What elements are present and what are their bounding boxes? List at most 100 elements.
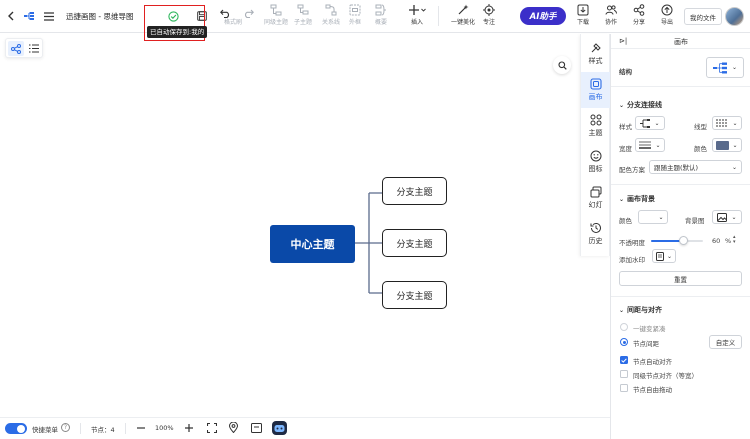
- divider: [611, 86, 750, 87]
- user-avatar[interactable]: [725, 7, 744, 26]
- share-label: 分享: [632, 19, 645, 26]
- side-tab-bar: 样式 画布 主题 图标 幻灯 历史: [580, 34, 610, 256]
- download-button[interactable]: 下载: [568, 4, 598, 30]
- opacity-unit: %: [725, 237, 732, 245]
- presentation-icon[interactable]: [251, 423, 262, 433]
- search-icon[interactable]: [553, 56, 571, 74]
- zoom-out-icon[interactable]: [136, 423, 146, 433]
- tab-canvas-label: 画布: [588, 93, 603, 101]
- opacity-value[interactable]: 60: [712, 237, 720, 245]
- robot-assistant-icon[interactable]: [272, 421, 287, 435]
- focus-button[interactable]: 专注: [474, 4, 504, 30]
- tab-icons[interactable]: 图标: [581, 144, 610, 180]
- color-scheme-value: 跟随主题(默认): [654, 164, 699, 172]
- bg-color-label: 颜色: [619, 217, 632, 225]
- line-color-select[interactable]: ⌄: [712, 138, 742, 152]
- custom-spacing-button[interactable]: 自定义: [709, 335, 742, 349]
- toolbar-divider: [438, 6, 439, 26]
- zoom-level[interactable]: 100%: [155, 424, 174, 432]
- collaborate-button[interactable]: 协作: [596, 4, 626, 30]
- relation-line-icon: [325, 4, 337, 16]
- branch-topic-node[interactable]: 分支主题: [382, 281, 447, 309]
- format-painter-button[interactable]: 格式刷: [218, 4, 248, 30]
- insert-button[interactable]: 插入: [402, 4, 432, 30]
- tab-history-label: 历史: [588, 237, 603, 245]
- my-files-button[interactable]: 我的文件: [684, 8, 722, 25]
- sibling-topic-label: 同级主题: [263, 19, 288, 26]
- branch-line-section[interactable]: ⌄ 分支连接线: [619, 100, 662, 110]
- auto-align-checkbox[interactable]: [620, 356, 628, 364]
- fit-screen-icon[interactable]: [207, 423, 217, 433]
- child-topic-icon: [297, 4, 309, 15]
- export-button[interactable]: 导出: [652, 4, 682, 30]
- line-type-select[interactable]: ⌄: [712, 116, 742, 130]
- structure-select[interactable]: ⌄: [706, 57, 744, 78]
- opacity-slider-fill: [651, 240, 683, 242]
- watermark-icon: [655, 251, 664, 261]
- tab-history[interactable]: 历史: [581, 216, 610, 252]
- color-swatch: [642, 212, 656, 222]
- spacing-radio[interactable]: [620, 338, 628, 346]
- watermark-select[interactable]: ⌄: [652, 249, 676, 263]
- relation-line-label: 关系线: [321, 19, 340, 26]
- tab-slides[interactable]: 幻灯: [581, 180, 610, 216]
- panel-title: 画布: [674, 38, 688, 46]
- share-button[interactable]: 分享: [624, 4, 654, 30]
- opacity-slider-thumb[interactable]: [679, 236, 688, 245]
- bg-image-select[interactable]: ⌄: [712, 210, 742, 224]
- collaborate-label: 协作: [604, 19, 617, 26]
- tab-slides-label: 幻灯: [588, 201, 603, 209]
- quick-menu-toggle[interactable]: [5, 423, 27, 434]
- free-drag-checkbox[interactable]: [620, 384, 628, 392]
- tab-style[interactable]: 样式: [581, 36, 610, 72]
- outline-view-icon[interactable]: [26, 41, 42, 56]
- status-divider: [80, 423, 81, 434]
- center-topic-node[interactable]: 中心主题: [270, 225, 355, 263]
- status-divider: [125, 423, 126, 434]
- slides-icon: [590, 186, 601, 198]
- line-style-select[interactable]: ⌄: [635, 116, 665, 130]
- smile-icon: [590, 150, 601, 162]
- locate-icon[interactable]: [229, 422, 239, 434]
- zoom-in-icon[interactable]: [184, 423, 194, 433]
- line-width-select[interactable]: ⌄: [635, 138, 665, 152]
- outer-frame-label: 外框: [348, 19, 361, 26]
- brush-icon: [591, 43, 601, 53]
- plus-icon: [409, 5, 426, 15]
- tab-theme[interactable]: 主题: [581, 108, 610, 144]
- menu-icon[interactable]: [42, 9, 56, 23]
- mindmap-canvas[interactable]: 中心主题 分支主题 分支主题 分支主题: [0, 34, 580, 417]
- same-level-align-label: 同级节点对齐（等宽）: [633, 372, 698, 380]
- summary-button[interactable]: 概要: [366, 4, 396, 30]
- canvas-bg-section[interactable]: ⌄ 画布背景: [619, 194, 655, 204]
- back-arrow-icon[interactable]: [4, 9, 18, 23]
- divider: [611, 296, 750, 297]
- branch-topic-node[interactable]: 分支主题: [382, 229, 447, 257]
- history-icon: [590, 222, 601, 233]
- stepper-icon[interactable]: ▴ ▾: [733, 235, 736, 245]
- app-logo-icon[interactable]: [22, 9, 36, 23]
- divider: [611, 184, 750, 185]
- spacing-align-section[interactable]: ⌄ 间距与对齐: [619, 305, 662, 315]
- branch-topic-node[interactable]: 分支主题: [382, 177, 447, 205]
- help-icon[interactable]: ?: [61, 423, 70, 432]
- line-width-label: 宽度: [619, 145, 632, 153]
- ai-assistant-button[interactable]: AI助手: [520, 7, 566, 25]
- compact-radio[interactable]: [620, 323, 628, 331]
- tab-theme-label: 主题: [588, 129, 603, 137]
- properties-panel: ⊳| 画布 结构 ⌄ ⌄ 分支连接线 样式 ⌄ 线型 ⌄ 宽度 ⌄ 颜色 ⌄ 配色…: [610, 34, 750, 439]
- color-scheme-select[interactable]: 跟随主题(默认) ⌄: [649, 160, 742, 174]
- same-level-align-checkbox[interactable]: [620, 370, 628, 378]
- summary-icon: [375, 4, 386, 16]
- opacity-slider-track[interactable]: [651, 240, 703, 242]
- image-icon: [717, 212, 728, 222]
- bg-color-select[interactable]: ⌄: [638, 210, 668, 224]
- spacing-label: 节点间距: [633, 340, 659, 348]
- tab-canvas[interactable]: 画布: [581, 72, 610, 108]
- sibling-topic-button[interactable]: 同级主题: [261, 4, 291, 30]
- reset-button[interactable]: 重置: [619, 271, 742, 286]
- compact-label: 一键变紧凑: [633, 325, 666, 333]
- document-title[interactable]: 迅捷画图 - 思维导图: [66, 11, 133, 22]
- child-topic-button[interactable]: 子主题: [288, 4, 318, 30]
- mindmap-view-icon[interactable]: [8, 41, 24, 56]
